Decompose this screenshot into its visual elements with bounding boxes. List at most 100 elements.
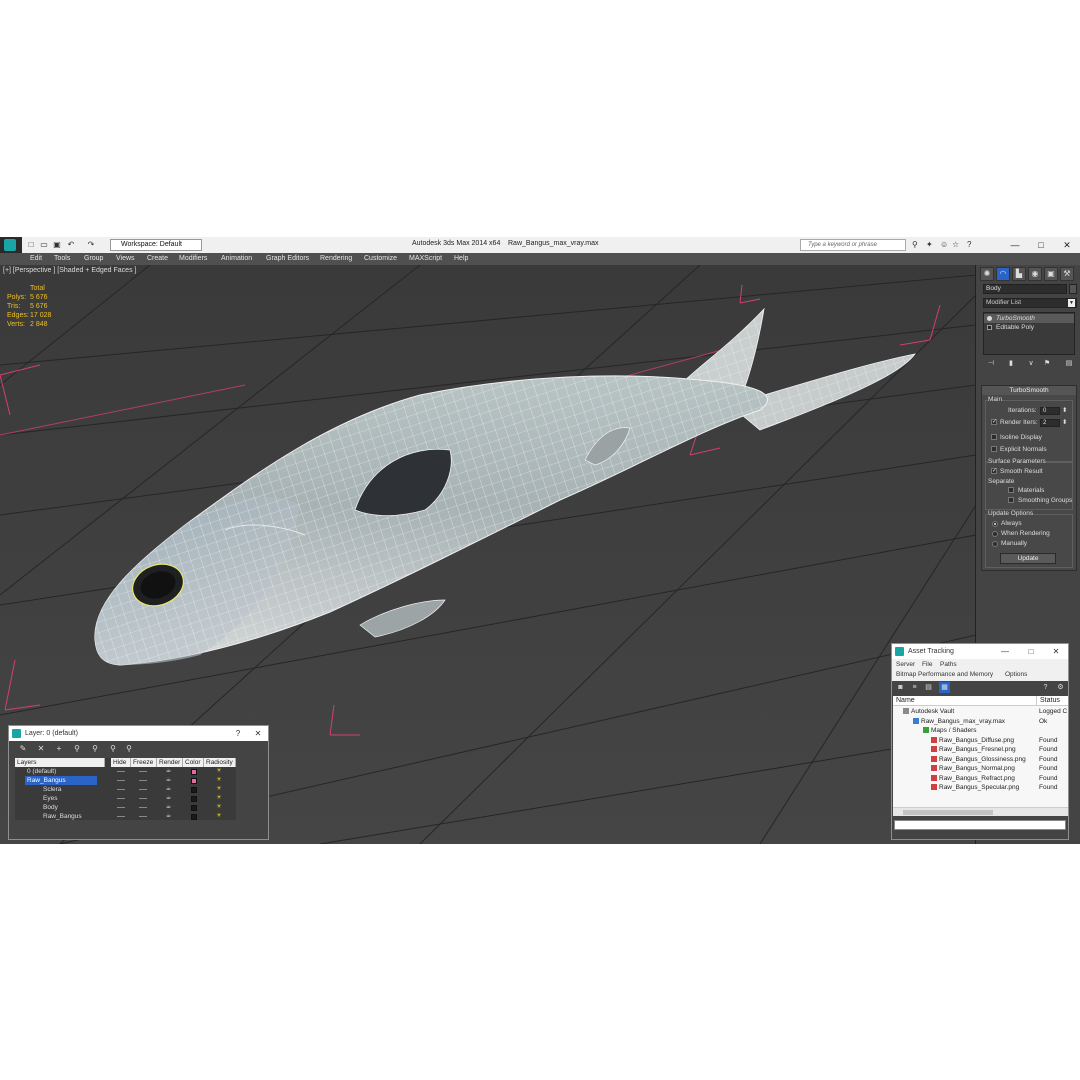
layer-row[interactable]: Eyes ☕ ☀ xyxy=(15,794,236,803)
radiosity-icon[interactable]: ☀ xyxy=(215,768,223,775)
menu-views[interactable]: Views xyxy=(116,255,135,262)
layer-name[interactable]: Sclera xyxy=(41,785,61,794)
always-radio[interactable] xyxy=(992,521,998,527)
horizontal-scrollbar[interactable] xyxy=(893,807,1068,816)
asset-row[interactable]: Raw_Bangus_Refract.png Found xyxy=(893,774,1068,784)
layer-dialog-titlebar[interactable]: Layer: 0 (default) ? ✕ xyxy=(9,726,268,741)
viewport-label[interactable]: [+] [Perspective ] [Shaded + Edged Faces… xyxy=(3,267,136,274)
object-name-field[interactable]: Body xyxy=(983,284,1067,294)
layer-color-swatch[interactable] xyxy=(191,769,197,775)
col-render[interactable]: Render xyxy=(157,758,183,767)
smooth-result-checkbox[interactable]: ✓ xyxy=(991,468,997,474)
rollout-title[interactable]: TurboSmooth xyxy=(982,386,1076,395)
close-button[interactable]: ✕ xyxy=(251,726,265,741)
maximize-button[interactable]: □ xyxy=(1034,238,1048,252)
stack-item-turbosmooth[interactable]: TurboSmooth xyxy=(984,314,1074,323)
create-layer-icon[interactable]: ✎ xyxy=(17,743,29,755)
make-unique-icon[interactable]: ∨ xyxy=(1025,358,1037,370)
iterations-spinner[interactable]: 0 xyxy=(1040,407,1060,415)
menu-help[interactable]: Help xyxy=(454,255,468,262)
layer-color-swatch[interactable] xyxy=(191,796,197,802)
spinner-arrows-icon[interactable]: ⬍ xyxy=(1062,418,1067,427)
asset-path-field[interactable] xyxy=(894,820,1066,830)
asset-row[interactable]: Raw_Bangus_Fresnel.png Found xyxy=(893,745,1068,755)
help-icon[interactable]: ? xyxy=(1040,682,1051,693)
layer-row[interactable]: Sclera ☕ ☀ xyxy=(15,785,236,794)
display-tab-icon[interactable]: ▣ xyxy=(1044,267,1058,281)
user-icon[interactable]: ☺ xyxy=(940,240,948,250)
help-icon[interactable]: ? xyxy=(967,240,971,250)
hide-toggle[interactable] xyxy=(117,771,125,772)
delete-layer-icon[interactable]: ✕ xyxy=(35,743,47,755)
menu-animation[interactable]: Animation xyxy=(221,255,252,262)
render-teapot-icon[interactable]: ☕ xyxy=(165,813,172,820)
radiosity-icon[interactable]: ☀ xyxy=(215,777,223,784)
configure-sets-icon[interactable]: ▤ xyxy=(1063,358,1075,370)
modifier-list-dropdown[interactable]: Modifier List ▼ xyxy=(983,298,1077,308)
radiosity-icon[interactable]: ☀ xyxy=(215,795,223,802)
pin-stack-icon[interactable]: ⊣ xyxy=(985,358,997,370)
create-tab-icon[interactable]: ✺ xyxy=(980,267,994,281)
menu-customize[interactable]: Customize xyxy=(364,255,397,262)
freeze-toggle[interactable] xyxy=(139,771,147,772)
menu-rendering[interactable]: Rendering xyxy=(320,255,352,262)
remove-modifier-icon[interactable]: ⚑ xyxy=(1041,358,1053,370)
materials-checkbox[interactable] xyxy=(1008,487,1014,493)
open-file-icon[interactable]: ▭ xyxy=(39,240,49,250)
favorites-star-icon[interactable]: ☆ xyxy=(952,240,959,250)
radiosity-icon[interactable]: ☀ xyxy=(215,786,223,793)
motion-tab-icon[interactable]: ◉ xyxy=(1028,267,1042,281)
asset-row[interactable]: Raw_Bangus_Specular.png Found xyxy=(893,783,1068,793)
menu-maxscript[interactable]: MAXScript xyxy=(409,255,442,262)
layer-color-swatch[interactable] xyxy=(191,805,197,811)
search-input[interactable]: Type a keyword or phrase xyxy=(800,239,906,251)
add-to-layer-icon[interactable]: + xyxy=(53,743,65,755)
freeze-toggle[interactable] xyxy=(139,798,147,799)
render-teapot-icon[interactable]: ☕ xyxy=(165,777,172,784)
menu-graph-editors[interactable]: Graph Editors xyxy=(266,255,309,262)
menu-create[interactable]: Create xyxy=(147,255,168,262)
layer-name[interactable]: 0 (default) xyxy=(25,767,56,776)
hide-toggle[interactable] xyxy=(117,798,125,799)
col-layers[interactable]: Layers xyxy=(15,758,105,767)
show-end-result-icon[interactable]: ▮ xyxy=(1005,358,1017,370)
layer-name[interactable]: Eyes xyxy=(41,794,57,803)
layer-name[interactable]: Body xyxy=(41,803,58,812)
fish-mesh[interactable] xyxy=(94,375,768,666)
asset-dialog-titlebar[interactable]: Asset Tracking — □ ✕ xyxy=(892,644,1068,659)
tools-icon[interactable]: ✦ xyxy=(926,240,933,250)
explicit-normals-checkbox[interactable] xyxy=(991,446,997,452)
utilities-tab-icon[interactable]: ⚒ xyxy=(1060,267,1074,281)
scrollbar-thumb[interactable] xyxy=(903,810,993,815)
hide-toggle[interactable] xyxy=(117,789,125,790)
update-button[interactable]: Update xyxy=(1000,553,1056,564)
col-hide[interactable]: Hide xyxy=(111,758,131,767)
refresh-icon[interactable]: ◙ xyxy=(895,682,906,693)
list-view-icon[interactable]: ≡ xyxy=(909,682,920,693)
layer-row[interactable]: 0 (default) ☕ ☀ xyxy=(15,767,236,776)
modify-tab-icon[interactable]: ◠ xyxy=(996,267,1010,281)
layer-color-swatch[interactable] xyxy=(191,787,197,793)
undo-icon[interactable]: ↶ xyxy=(66,240,76,250)
render-iters-checkbox[interactable]: ✓ xyxy=(991,419,997,425)
freeze-toggle[interactable] xyxy=(139,789,147,790)
render-teapot-icon[interactable]: ☕ xyxy=(165,768,172,775)
layer-name[interactable]: Raw_Bangus xyxy=(41,812,82,821)
freeze-toggle[interactable] xyxy=(139,807,147,808)
isoline-display-checkbox[interactable] xyxy=(991,434,997,440)
layer-row[interactable]: Body ☕ ☀ xyxy=(15,803,236,812)
lightbulb-icon[interactable] xyxy=(987,316,992,321)
layer-color-swatch[interactable] xyxy=(191,778,197,784)
spinner-arrows-icon[interactable]: ⬍ xyxy=(1062,406,1067,415)
grid-view-icon[interactable]: ▦ xyxy=(939,682,950,693)
app-logo-button[interactable] xyxy=(0,237,22,253)
close-button[interactable]: ✕ xyxy=(1049,644,1063,659)
close-button[interactable]: ✕ xyxy=(1060,238,1074,252)
hide-toggle[interactable] xyxy=(117,780,125,781)
menu-tools[interactable]: Tools xyxy=(54,255,70,262)
col-radiosity[interactable]: Radiosity xyxy=(204,758,236,767)
col-color[interactable]: Color xyxy=(183,758,204,767)
asset-row[interactable]: Raw_Bangus_max_vray.max Ok xyxy=(893,717,1068,727)
freeze-all-icon[interactable]: ⚲ xyxy=(123,743,135,755)
asset-row[interactable]: Raw_Bangus_Diffuse.png Found xyxy=(893,736,1068,746)
